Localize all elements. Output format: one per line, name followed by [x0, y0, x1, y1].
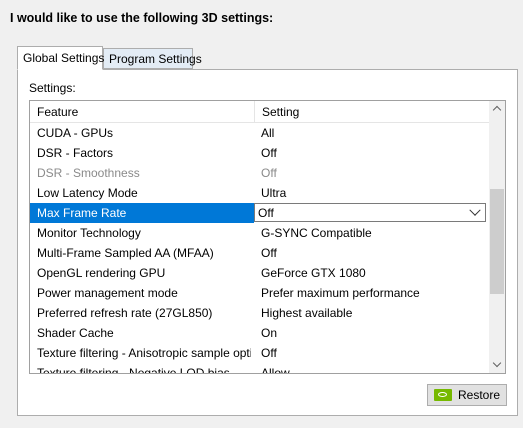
nvidia-logo-icon [434, 389, 452, 401]
settings-row[interactable]: Preferred refresh rate (27GL850) Highest… [30, 303, 490, 323]
settings-row[interactable]: Power management mode Prefer maximum per… [30, 283, 490, 303]
settings-row[interactable]: Texture filtering - Negative LOD bias Al… [30, 363, 490, 374]
settings-row[interactable]: Texture filtering - Anisotropic sample o… [30, 343, 490, 363]
scroll-up-button[interactable] [489, 101, 505, 117]
settings-row[interactable]: CUDA - GPUs All [30, 123, 490, 143]
settings-row[interactable]: Shader Cache On [30, 323, 490, 343]
chevron-down-icon[interactable] [469, 204, 481, 216]
settings-grid: Feature Setting CUDA - GPUs All DSR - Fa… [29, 100, 506, 374]
tab-program-settings[interactable]: Program Settings [103, 48, 202, 69]
settings-label: Settings: [29, 81, 76, 95]
setting-value: Off [261, 346, 277, 360]
vertical-scrollbar[interactable] [489, 101, 505, 373]
feature-name: OpenGL rendering GPU [37, 266, 166, 280]
tab-global-settings[interactable]: Global Settings [17, 46, 104, 70]
chevron-down-icon [492, 358, 502, 368]
feature-name: CUDA - GPUs [37, 126, 114, 140]
feature-name: Shader Cache [37, 326, 114, 340]
feature-name: Texture filtering - Negative LOD bias [37, 366, 230, 374]
page-heading: I would like to use the following 3D set… [10, 11, 274, 25]
feature-name: DSR - Factors [37, 146, 114, 160]
settings-rows: CUDA - GPUs All DSR - Factors Off DSR - … [30, 123, 490, 374]
feature-name: Preferred refresh rate (27GL850) [37, 306, 213, 320]
setting-value: G-SYNC Compatible [261, 226, 372, 240]
setting-value: Prefer maximum performance [261, 286, 420, 300]
global-settings-panel: Settings: Feature Setting CUDA - GPUs Al… [17, 69, 518, 416]
chevron-up-icon [492, 105, 502, 115]
scroll-down-button[interactable] [489, 357, 505, 373]
feature-name: DSR - Smoothness [37, 166, 140, 180]
setting-value: Highest available [261, 306, 353, 320]
feature-name: Multi-Frame Sampled AA (MFAA) [37, 246, 214, 260]
settings-row[interactable]: OpenGL rendering GPU GeForce GTX 1080 [30, 263, 490, 283]
setting-value: Off [261, 146, 277, 160]
setting-value: GeForce GTX 1080 [261, 266, 366, 280]
settings-row-selected[interactable]: Max Frame Rate Off [30, 203, 490, 223]
column-header-feature[interactable]: Feature [30, 101, 261, 123]
setting-value: All [261, 126, 275, 140]
column-header-setting[interactable]: Setting [254, 101, 490, 123]
setting-dropdown[interactable]: Off [254, 203, 486, 222]
feature-name: Power management mode [37, 286, 178, 300]
settings-row[interactable]: Monitor Technology G-SYNC Compatible [30, 223, 490, 243]
feature-name: Low Latency Mode [37, 186, 138, 200]
setting-value: On [261, 326, 278, 340]
dropdown-value: Off [258, 206, 274, 220]
setting-value: Allow [261, 366, 290, 374]
restore-button[interactable]: Restore [427, 384, 507, 406]
setting-value: Off [261, 166, 277, 180]
scrollbar-thumb[interactable] [490, 189, 504, 294]
grid-header: Feature Setting [30, 101, 490, 123]
settings-row: DSR - Smoothness Off [30, 163, 490, 183]
feature-name: Max Frame Rate [30, 203, 254, 223]
feature-name: Texture filtering - Anisotropic sample o… [37, 346, 251, 360]
feature-name: Monitor Technology [37, 226, 141, 240]
restore-label: Restore [458, 388, 501, 402]
settings-row[interactable]: Low Latency Mode Ultra [30, 183, 490, 203]
setting-value: Ultra [261, 186, 287, 200]
settings-row[interactable]: Multi-Frame Sampled AA (MFAA) Off [30, 243, 490, 263]
setting-value: Off [261, 246, 277, 260]
settings-row[interactable]: DSR - Factors Off [30, 143, 490, 163]
